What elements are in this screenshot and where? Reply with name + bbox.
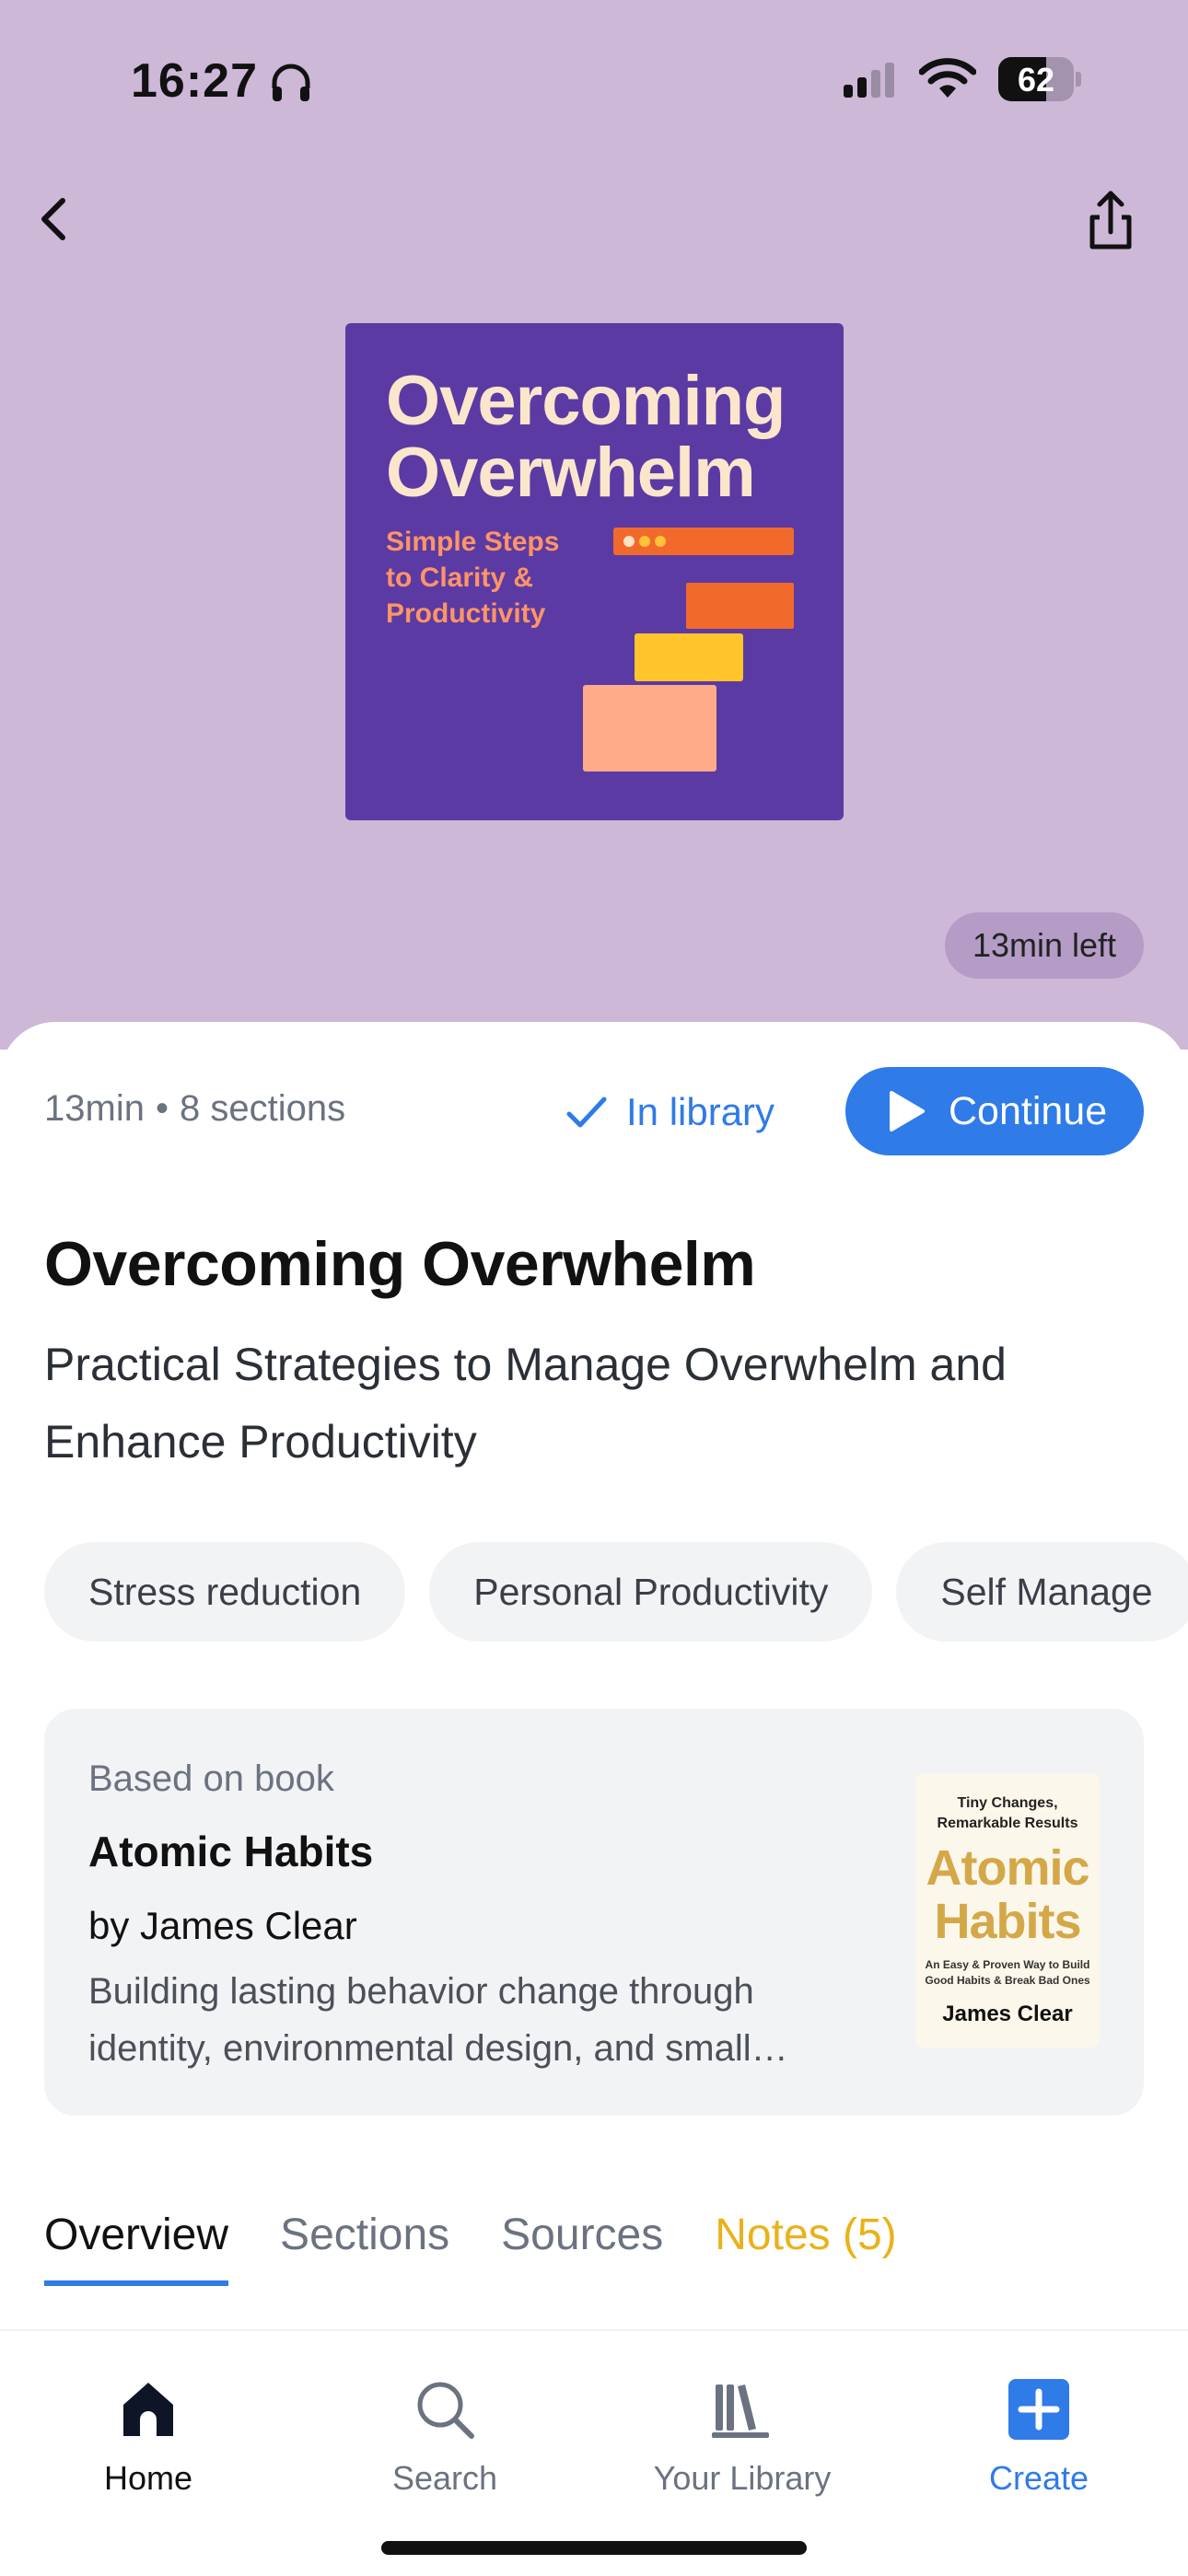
share-icon: [1089, 191, 1132, 249]
episode-meta: 13min • 8 sections: [44, 1088, 345, 1130]
tag-chip[interactable]: Personal Productivity: [429, 1542, 873, 1642]
home-indicator: [381, 2541, 807, 2555]
plus-square-icon: [1008, 2379, 1069, 2440]
tag-chip[interactable]: Self Manage: [896, 1542, 1188, 1642]
share-button[interactable]: [1074, 180, 1147, 263]
cellular-signal-icon: [844, 63, 894, 98]
time-left-badge: 13min left: [945, 912, 1144, 979]
continue-button[interactable]: Continue: [845, 1067, 1144, 1155]
back-button[interactable]: [22, 184, 96, 258]
tabbar-library[interactable]: Your Library: [594, 2377, 891, 2498]
tabbar-home[interactable]: Home: [0, 2377, 297, 2498]
section-count: 8 sections: [179, 1088, 346, 1129]
tabbar-create-label: Create: [988, 2459, 1089, 2497]
content-tabs: Overview Sections Sources Notes (5): [44, 2210, 897, 2286]
book-author: by James Clear: [88, 1904, 357, 1947]
page-title: Overcoming Overwhelm: [44, 1229, 756, 1299]
home-icon: [123, 2383, 173, 2436]
tag-chip[interactable]: Stress reduction: [44, 1542, 406, 1642]
tabbar-search[interactable]: Search: [297, 2377, 593, 2498]
play-icon: [890, 1091, 925, 1131]
stacked-windows-illustration: [583, 528, 794, 772]
tab-overview[interactable]: Overview: [44, 2210, 229, 2286]
continue-label: Continue: [949, 1088, 1108, 1133]
tabbar-home-label: Home: [103, 2459, 193, 2497]
separator-dot: •: [155, 1088, 169, 1129]
book-description: Building lasting behavior change through…: [88, 1971, 788, 2069]
book-cover-tagline: Tiny Changes, Remarkable Results: [937, 1795, 1078, 1831]
based-on-book-card[interactable]: Based on book Atomic Habits by James Cle…: [44, 1709, 1144, 2116]
book-card-label: Based on book: [88, 1758, 334, 1799]
book-cover-blurb: An Easy & Proven Way to Build Good Habit…: [925, 1958, 1090, 1987]
tag-list: Stress reduction Personal Productivity S…: [44, 1542, 1188, 1642]
book-cover-title: Atomic Habits: [926, 1840, 1089, 1949]
tabbar-create[interactable]: Create: [891, 2377, 1187, 2498]
in-library-button[interactable]: In library: [565, 1085, 775, 1140]
library-icon: [712, 2385, 769, 2438]
in-library-label: In library: [626, 1090, 775, 1133]
tab-sources[interactable]: Sources: [501, 2210, 663, 2286]
tab-sections[interactable]: Sections: [280, 2210, 449, 2286]
chevron-left-icon: [41, 198, 65, 240]
tabbar-library-label: Your Library: [653, 2459, 832, 2497]
book-cover: Tiny Changes, Remarkable Results Atomic …: [915, 1773, 1100, 2048]
search-icon: [417, 2382, 474, 2439]
page-subtitle: Practical Strategies to Manage Overwhelm…: [44, 1339, 1007, 1468]
cover-art: Overcoming Overwhelm Simple Steps to Cla…: [345, 323, 844, 820]
checkmark-icon: [566, 1097, 607, 1128]
book-title: Atomic Habits: [88, 1828, 374, 1875]
tabbar-search-label: Search: [391, 2459, 498, 2497]
battery-level: 62: [1017, 61, 1055, 99]
bottom-tab-bar: Home Search Your Library Create: [0, 2329, 1188, 2576]
wifi-icon: [919, 58, 976, 98]
headphones-icon: [272, 64, 310, 101]
book-cover-author: James Clear: [942, 2002, 1073, 2026]
tab-notes[interactable]: Notes (5): [715, 2210, 896, 2286]
battery-icon: 62: [998, 57, 1081, 101]
status-time: 16:27: [131, 54, 258, 108]
duration: 13min: [44, 1088, 145, 1129]
